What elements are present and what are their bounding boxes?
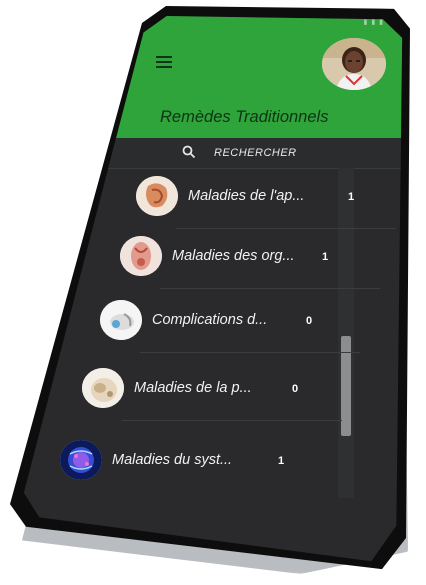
category-count: 1	[322, 251, 329, 263]
list-item[interactable]: Maladies de la p... 0	[82, 368, 342, 426]
category-count: 1	[278, 455, 285, 467]
divider	[122, 420, 342, 421]
category-label: Maladies de l'ap...	[188, 188, 305, 204]
scrollbar-thumb[interactable]	[341, 336, 351, 436]
avatar[interactable]	[322, 38, 386, 90]
device-mockup: ▮ ▮ ▮ Remèdes Traditionnels RECHERCHER M…	[0, 0, 426, 585]
app-screen: ▮ ▮ ▮ Remèdes Traditionnels RECHERCHER M…	[23, 16, 403, 562]
search-icon[interactable]	[182, 145, 196, 159]
list-item[interactable]: Maladies du syst... 1	[60, 440, 300, 498]
category-count: 0	[292, 383, 299, 395]
category-label: Maladies de la p...	[134, 380, 252, 396]
nervous-system-thumbnail	[60, 440, 102, 480]
category-label: Complications d...	[152, 312, 268, 328]
skin-thumbnail	[82, 368, 124, 408]
hamburger-menu-icon[interactable]	[156, 56, 172, 68]
app-title: Remèdes Traditionnels	[160, 108, 329, 126]
divider	[176, 228, 396, 229]
organs-thumbnail	[120, 236, 162, 276]
list-item[interactable]: Complications d... 0	[100, 300, 360, 358]
list-item[interactable]: Maladies des org... 1	[120, 236, 380, 294]
divider	[160, 288, 380, 289]
app-bar: ▮ ▮ ▮ Remèdes Traditionnels	[23, 16, 403, 138]
search-label[interactable]: RECHERCHER	[214, 147, 297, 159]
category-label: Maladies du syst...	[112, 452, 233, 468]
divider	[140, 352, 360, 353]
digestive-system-thumbnail	[136, 176, 178, 216]
search-bar[interactable]: RECHERCHER	[23, 138, 403, 169]
category-count: 0	[306, 315, 313, 327]
list-item[interactable]: Maladies de l'ap... 1	[136, 176, 396, 234]
category-label: Maladies des org...	[172, 248, 295, 264]
complications-thumbnail	[100, 300, 142, 340]
status-bar: ▮ ▮ ▮	[363, 19, 384, 26]
category-count: 1	[348, 191, 355, 203]
